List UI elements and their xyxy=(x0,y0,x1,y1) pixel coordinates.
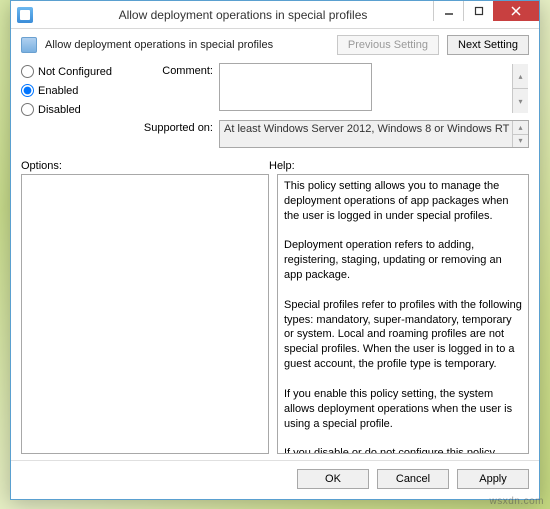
scroll-down-icon[interactable]: ▾ xyxy=(512,134,528,148)
maximize-icon xyxy=(474,6,484,16)
minimize-icon xyxy=(444,6,454,16)
section-labels: Options: Help: xyxy=(21,156,529,174)
radio-disabled[interactable]: Disabled xyxy=(21,103,131,116)
fields-column: Comment: ▴ ▾ Supported on: At least Wind… xyxy=(141,63,529,148)
comment-row: Comment: ▴ ▾ xyxy=(141,63,529,114)
dialog-window: Allow deployment operations in special p… xyxy=(10,0,540,500)
comment-label: Comment: xyxy=(141,63,213,114)
radio-label: Not Configured xyxy=(38,66,112,78)
policy-header-row: Allow deployment operations in special p… xyxy=(11,29,539,59)
maximize-button[interactable] xyxy=(463,1,493,21)
policy-icon xyxy=(21,37,37,53)
cancel-button[interactable]: Cancel xyxy=(377,469,449,489)
next-setting-button[interactable]: Next Setting xyxy=(447,35,529,55)
comment-textarea[interactable] xyxy=(219,63,372,111)
supported-on-box: At least Windows Server 2012, Windows 8 … xyxy=(219,120,529,148)
radio-not-configured[interactable]: Not Configured xyxy=(21,65,131,78)
supported-on-text: At least Windows Server 2012, Windows 8 … xyxy=(224,123,509,135)
policy-title: Allow deployment operations in special p… xyxy=(45,39,329,51)
help-pane[interactable]: This policy setting allows you to manage… xyxy=(277,174,529,454)
radio-input-disabled[interactable] xyxy=(21,103,34,116)
minimize-button[interactable] xyxy=(433,1,463,21)
radio-label: Enabled xyxy=(38,85,78,97)
panes: This policy setting allows you to manage… xyxy=(21,174,529,454)
close-button[interactable] xyxy=(493,1,539,21)
title-bar: Allow deployment operations in special p… xyxy=(11,1,539,29)
state-radio-group: Not Configured Enabled Disabled xyxy=(21,63,131,148)
apply-button[interactable]: Apply xyxy=(457,469,529,489)
radio-label: Disabled xyxy=(38,104,81,116)
button-bar: OK Cancel Apply xyxy=(11,460,539,499)
scroll-down-icon[interactable]: ▾ xyxy=(512,88,528,113)
config-area: Not Configured Enabled Disabled Comment:… xyxy=(11,59,539,156)
scroll-up-icon[interactable]: ▴ xyxy=(512,64,528,88)
window-controls xyxy=(433,1,539,21)
scroll-up-icon[interactable]: ▴ xyxy=(512,121,528,134)
options-pane[interactable] xyxy=(21,174,269,454)
radio-input-enabled[interactable] xyxy=(21,84,34,97)
close-icon xyxy=(510,5,522,17)
window-title: Allow deployment operations in special p… xyxy=(39,8,447,22)
previous-setting-button[interactable]: Previous Setting xyxy=(337,35,439,55)
lower-area: Options: Help: This policy setting allow… xyxy=(11,156,539,460)
options-section-label: Options: xyxy=(21,160,269,172)
supported-row: Supported on: At least Windows Server 20… xyxy=(141,120,529,148)
app-icon xyxy=(17,7,33,23)
supported-label: Supported on: xyxy=(141,120,213,148)
watermark: wsxdn.com xyxy=(489,496,544,507)
ok-button[interactable]: OK xyxy=(297,469,369,489)
help-section-label: Help: xyxy=(269,160,295,172)
radio-enabled[interactable]: Enabled xyxy=(21,84,131,97)
radio-input-not-configured[interactable] xyxy=(21,65,34,78)
